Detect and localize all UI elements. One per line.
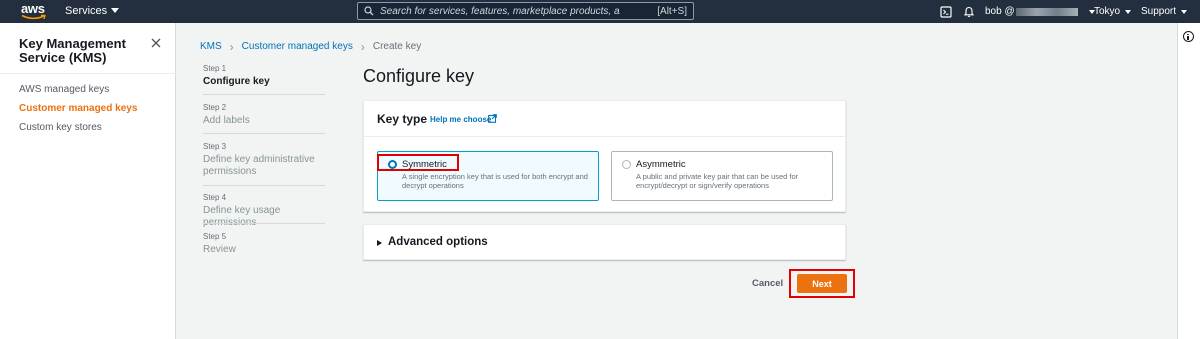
key-type-header: Key type Help me choose: [364, 101, 845, 137]
step-divider: [203, 223, 325, 224]
wizard-step-2: Step 2 Add labels: [203, 103, 325, 127]
notifications-button[interactable]: [963, 0, 975, 23]
breadcrumb-current: Create key: [372, 41, 422, 52]
close-icon[interactable]: [150, 37, 162, 49]
chevron-down-icon: [1181, 9, 1188, 14]
top-navigation-bar: aws Services [Alt+S] bob @ Tokyo: [0, 0, 1200, 23]
breadcrumb-separator-icon: ›: [360, 39, 365, 54]
breadcrumb-customer-managed-keys[interactable]: Customer managed keys: [242, 41, 353, 52]
sidebar-item-customer-managed-keys[interactable]: Customer managed keys: [19, 103, 137, 114]
asymmetric-description: A public and private key pair that can b…: [636, 172, 799, 190]
step-name: Define key usage permissions: [203, 205, 281, 228]
symmetric-description: A single encryption key that is used for…: [402, 172, 588, 190]
sidebar-item-aws-managed-keys[interactable]: AWS managed keys: [19, 84, 109, 95]
wizard-step-5: Step 5 Review: [203, 232, 325, 256]
cloudshell-button[interactable]: [940, 0, 952, 23]
bell-icon: [963, 6, 975, 17]
step-name: Configure key: [203, 76, 270, 87]
side-navigation: Key Management Service (KMS) AWS managed…: [0, 23, 176, 339]
step-number: Step 1: [203, 64, 227, 73]
support-label: Support: [1141, 6, 1177, 17]
sidebar-title: Key Management Service (KMS): [19, 36, 126, 65]
step-number: Step 5: [203, 232, 227, 241]
region-label: Tokyo: [1094, 6, 1121, 17]
wizard-step-3: Step 3 Define key administrative permiss…: [203, 142, 325, 178]
sidebar-item-custom-key-stores[interactable]: Custom key stores: [19, 122, 102, 133]
asymmetric-radio[interactable]: [622, 160, 631, 169]
external-link-icon[interactable]: [488, 114, 497, 123]
breadcrumb-kms[interactable]: KMS: [200, 41, 222, 52]
key-type-heading: Key type: [377, 112, 428, 126]
region-menu[interactable]: Tokyo: [1094, 0, 1132, 23]
highlight-box-next: [789, 269, 855, 298]
account-name: bob @: [985, 6, 1015, 17]
services-label: Services: [65, 5, 108, 17]
step-number: Step 3: [203, 142, 227, 151]
wizard-step-1[interactable]: Step 1 Configure key: [203, 64, 325, 88]
step-divider: [203, 185, 325, 186]
aws-logo[interactable]: aws: [20, 1, 50, 21]
advanced-options-panel[interactable]: Advanced options: [363, 224, 846, 260]
search-bar[interactable]: [Alt+S]: [357, 2, 694, 20]
advanced-options-label: Advanced options: [388, 236, 488, 248]
search-shortcut-hint: [Alt+S]: [657, 6, 687, 17]
services-menu[interactable]: Services: [65, 5, 120, 17]
step-divider: [203, 94, 325, 95]
breadcrumb-separator-icon: ›: [229, 39, 234, 54]
chevron-down-icon: [1125, 9, 1132, 14]
chevron-down-icon: [111, 8, 120, 13]
cancel-button[interactable]: Cancel: [752, 278, 783, 289]
info-icon[interactable]: [1183, 31, 1194, 42]
caret-right-icon: [377, 240, 382, 246]
account-menu[interactable]: bob @: [985, 0, 1095, 23]
asymmetric-label: Asymmetric: [636, 159, 686, 170]
breadcrumb: KMS › Customer managed keys › Create key: [200, 39, 422, 54]
highlight-box-symmetric: [377, 154, 459, 171]
aws-smile-icon: [21, 14, 46, 20]
help-me-choose-link[interactable]: Help me choose: [430, 115, 491, 124]
page-title: Configure key: [363, 66, 475, 86]
asymmetric-option-tile[interactable]: Asymmetric A public and private key pair…: [611, 151, 833, 201]
step-divider: [203, 133, 325, 134]
redacted-account-id: [1015, 7, 1078, 16]
sidebar-divider: [0, 73, 176, 74]
step-number: Step 2: [203, 103, 227, 112]
support-menu[interactable]: Support: [1141, 0, 1188, 23]
tools-panel-rail: [1177, 23, 1200, 339]
step-name: Add labels: [203, 115, 250, 126]
search-icon: [364, 6, 374, 16]
step-name: Review: [203, 244, 236, 255]
step-number: Step 4: [203, 193, 227, 202]
step-name: Define key administrative permissions: [203, 154, 315, 177]
cloudshell-icon: [940, 5, 952, 18]
search-input[interactable]: [380, 4, 620, 18]
